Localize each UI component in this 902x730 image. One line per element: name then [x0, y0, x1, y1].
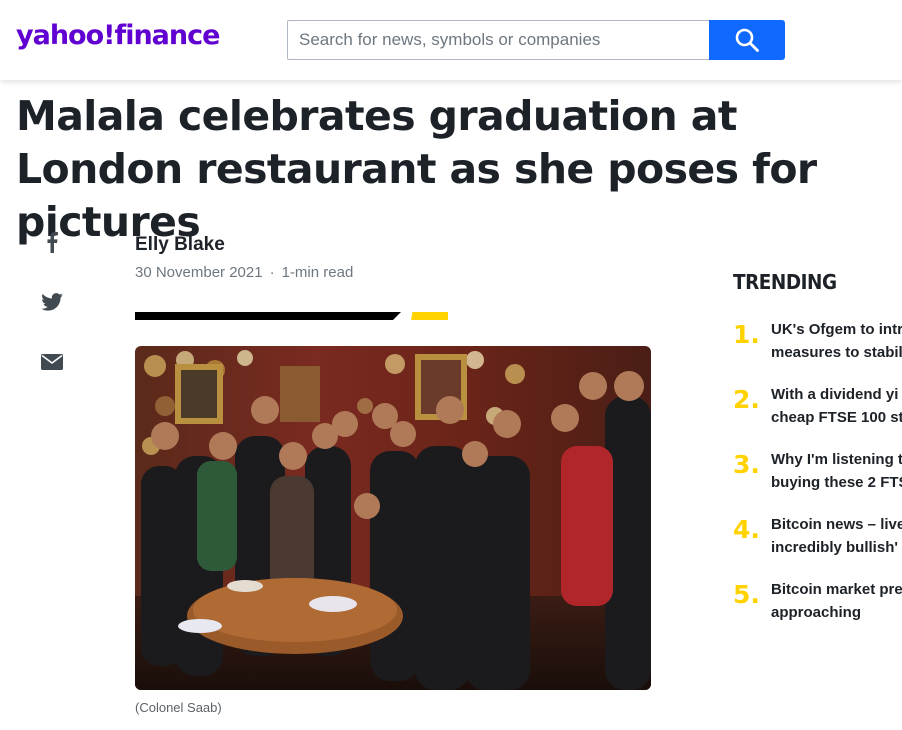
facebook-share-button[interactable] — [38, 228, 66, 256]
facebook-icon — [47, 232, 58, 253]
trending-headline-line1: With a dividend yi — [771, 386, 899, 403]
trending-headline-line1: Bitcoin market pre — [771, 581, 902, 598]
article-photo[interactable] — [135, 346, 651, 690]
trending-number: 5. — [733, 580, 760, 609]
trending-headline[interactable]: Bitcoin market pre approaching — [771, 578, 902, 624]
trending-number: 4. — [733, 515, 760, 544]
search-button[interactable] — [709, 20, 785, 60]
trending-item[interactable]: 4. Bitcoin news – live incredibly bullis… — [733, 513, 902, 563]
search-icon — [735, 28, 759, 52]
trending-headline-line2: cheap FTSE 100 st — [771, 409, 902, 426]
trending-headline-line2: incredibly bullish' — [771, 539, 898, 556]
trending-number: 1. — [733, 320, 760, 349]
trending-number: 2. — [733, 385, 760, 414]
trending-headline-line1: Bitcoin news – live — [771, 516, 902, 533]
trending-number: 3. — [733, 450, 760, 479]
article-divider-yellow — [411, 312, 448, 320]
mail-icon — [41, 354, 63, 370]
search-bar — [287, 20, 785, 60]
twitter-share-button[interactable] — [38, 288, 66, 316]
trending-headline-line2: buying these 2 FTS — [771, 474, 902, 491]
article-meta: 30 November 2021 · 1-min read — [135, 264, 353, 281]
trending-item[interactable]: 2. With a dividend yi cheap FTSE 100 st — [733, 383, 902, 433]
trending-headline-line2: measures to stabil — [771, 344, 902, 361]
group-photo-image — [135, 346, 651, 690]
trending-headline[interactable]: UK's Ofgem to intr measures to stabil — [771, 318, 902, 364]
site-header: yahoo!finance — [0, 0, 902, 80]
article-divider-black — [135, 312, 401, 320]
photo-caption: (Colonel Saab) — [135, 700, 222, 715]
meta-separator: · — [269, 264, 275, 281]
trending-item[interactable]: 5. Bitcoin market pre approaching — [733, 578, 902, 628]
trending-item[interactable]: 3. Why I'm listening t buying these 2 FT… — [733, 448, 902, 498]
twitter-icon — [41, 293, 63, 311]
trending-headline-line1: UK's Ofgem to intr — [771, 321, 902, 338]
trending-headline[interactable]: Why I'm listening t buying these 2 FTS — [771, 448, 902, 494]
trending-headline[interactable]: Bitcoin news – live incredibly bullish' — [771, 513, 902, 559]
search-input[interactable] — [287, 20, 709, 60]
email-share-button[interactable] — [38, 348, 66, 376]
yahoo-finance-logo[interactable]: yahoo!finance — [16, 20, 220, 51]
trending-heading: TRENDING — [733, 270, 837, 294]
trending-item[interactable]: 1. UK's Ofgem to intr measures to stabil — [733, 318, 902, 368]
trending-headline-line1: Why I'm listening t — [771, 451, 902, 468]
author-name[interactable]: Elly Blake — [135, 234, 225, 256]
trending-headline-line2: approaching — [771, 604, 862, 621]
trending-headline[interactable]: With a dividend yi cheap FTSE 100 st — [771, 383, 902, 429]
article-headline: Malala celebrates graduation at London r… — [16, 92, 817, 246]
publish-date: 30 November 2021 — [135, 264, 263, 281]
read-time: 1-min read — [281, 264, 354, 281]
